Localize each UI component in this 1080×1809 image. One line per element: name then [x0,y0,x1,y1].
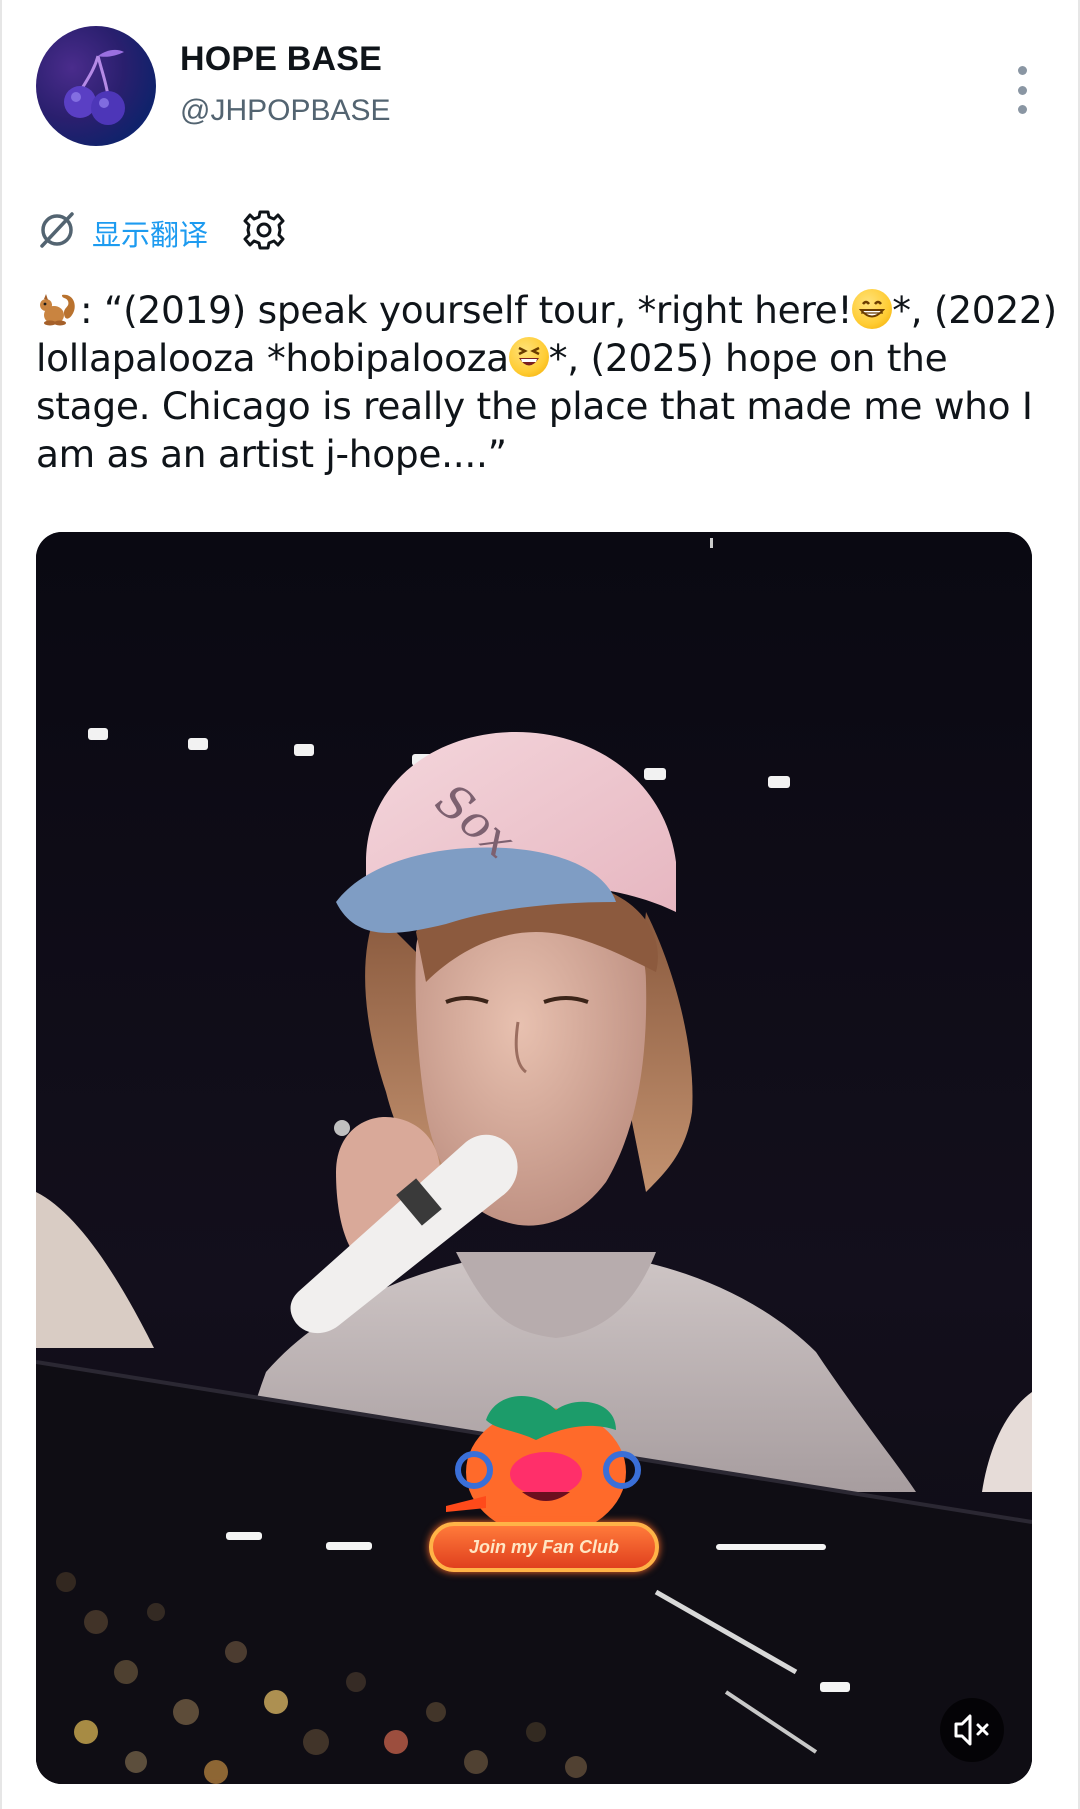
translate-row: 显示翻译 [36,206,436,254]
more-dot [1017,105,1027,114]
grinning-face-emoji-icon [852,289,893,329]
author-display-name[interactable]: HOPE BASE [180,40,382,79]
post-header: HOPE BASE @JHPOPBASE [36,26,1046,150]
post-text-line-1: : “(2019) speak yourself tour, *right he… [36,286,1057,334]
post-text-segment: *, (2025) hope on the [548,336,948,380]
join-fan-club-badge[interactable]: Join my Fan Club [429,1522,659,1572]
post-text-line-4: am as an artist j-hope....” [36,432,507,476]
author-handle[interactable]: @JHPOPBASE [180,94,391,128]
cherry-icon [64,49,125,125]
post-text-line-2: lollapalooza *hobipalooza *, (2025) hope… [36,334,1046,382]
gear-icon[interactable] [242,208,286,252]
show-translation-link[interactable]: 显示翻译 [92,212,208,254]
avatar[interactable] [36,26,156,146]
translate-slash-icon[interactable] [36,208,78,250]
post-text-segment: *, (2022) [892,288,1057,332]
post-text-line-3: stage. Chicago is really the place that … [36,384,1033,428]
more-vertical-icon [1017,66,1027,75]
post-text: : “(2019) speak yourself tour, *right he… [36,286,1057,478]
laughing-face-emoji-icon [508,337,549,377]
post-text-segment: lollapalooza *hobipalooza [36,336,509,380]
volume-muted-icon [954,1714,989,1746]
post-text-segment: : “(2019) speak yourself tour, *right he… [80,288,853,332]
mute-toggle-button[interactable] [940,1698,1004,1762]
frame-border-left [0,0,2,1809]
video-media[interactable]: Sox Join my Fan Club [36,532,1032,1784]
more-dot [1017,85,1027,95]
squirrel-emoji-icon [40,294,75,326]
video-frame-image: Sox [36,532,1032,1784]
more-options-button[interactable] [1002,66,1042,114]
